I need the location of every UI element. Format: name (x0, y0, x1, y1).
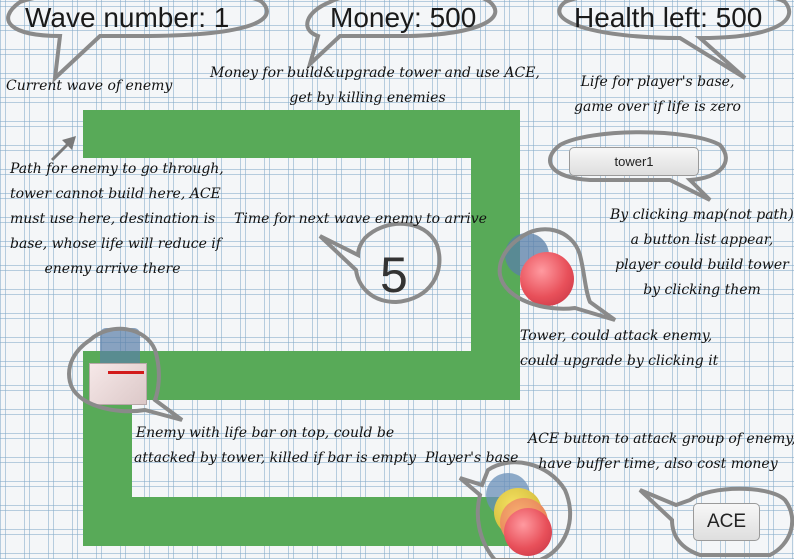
note-tower: Tower, could attack enemy, could upgrade… (520, 324, 719, 374)
note-health: Life for player's base, game over if lif… (570, 70, 745, 120)
note-build-line1: By clicking map(not path), (610, 207, 794, 223)
note-health-line1: Life for player's base, (580, 74, 735, 90)
note-path-line4: base, whose life will reduce if (10, 236, 221, 252)
note-ace-line2: have buffer time, also cost money (538, 456, 778, 472)
note-path-line3: must use here, destination is (10, 211, 216, 227)
enemy-shadow (100, 328, 140, 368)
note-timer: Time for next wave enemy to arrive (234, 211, 487, 227)
enemy-life-bar-fill (108, 371, 144, 374)
enemy-path-top (83, 110, 520, 158)
note-tower-line2: could upgrade by clicking it (520, 353, 719, 369)
note-path-line1: Path for enemy to go through, (10, 161, 224, 177)
note-enemy-line1: Enemy with life bar on top, could be (135, 425, 395, 441)
note-wave: Current wave of enemy (6, 78, 173, 94)
note-enemy: Enemy with life bar on top, could be att… (134, 421, 417, 471)
enemy-path-middle (83, 351, 520, 400)
players-base (504, 508, 552, 556)
health-left-label: Health left: 500 (574, 2, 763, 33)
note-ace-line1: ACE button to attack group of enemy, (528, 431, 794, 447)
note-build-line2: a button list appear, (630, 232, 774, 248)
note-build-line4: by clicking them (643, 282, 761, 298)
note-tower-line1: Tower, could attack enemy, (520, 328, 713, 344)
enemy-life-bar (108, 371, 144, 374)
note-money: Money for build&upgrade tower and use AC… (210, 61, 540, 111)
build-tower1-button[interactable]: tower1 (569, 147, 699, 176)
note-path-line2: tower cannot build here, ACE (10, 186, 221, 202)
enemy-path-bottom (83, 497, 528, 546)
note-ace: ACE button to attack group of enemy, hav… (528, 427, 794, 477)
note-build: By clicking map(not path), a button list… (610, 203, 794, 303)
note-path: Path for enemy to go through, tower cann… (10, 157, 224, 282)
ace-button[interactable]: ACE (693, 503, 760, 541)
note-build-line3: player could build tower (615, 257, 789, 273)
tower[interactable] (520, 252, 574, 306)
note-money-line2: get by killing enemies (289, 90, 446, 106)
note-base: Player's base (425, 450, 519, 466)
note-enemy-line2: attacked by tower, killed if bar is empt… (134, 450, 417, 466)
enemy-cube (89, 363, 147, 405)
note-money-line1: Money for build&upgrade tower and use AC… (210, 65, 540, 81)
note-health-line2: game over if life is zero (574, 99, 741, 115)
wave-number-label: Wave number: 1 (25, 2, 230, 33)
note-path-line5: enemy arrive there (44, 261, 181, 277)
money-label: Money: 500 (330, 2, 477, 33)
wave-countdown-timer: 5 (380, 247, 408, 303)
